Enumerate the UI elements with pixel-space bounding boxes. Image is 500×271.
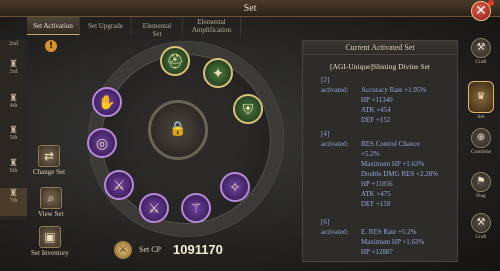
- set-bonus-2: [2] activated: Accuracy Rate +1.95% HP +1…: [321, 76, 427, 124]
- armor-icon: ✦: [212, 66, 224, 82]
- cp-label: Set CP: [139, 245, 162, 254]
- tier-item-active[interactable]: ♜ 7th: [0, 188, 27, 216]
- craft-icon: ⚒: [471, 38, 491, 58]
- tab-elemental-set[interactable]: Elemental Set: [132, 17, 183, 38]
- change-set-button[interactable]: ⇄ Change Set: [33, 145, 65, 176]
- tier-item[interactable]: 2nd: [0, 41, 27, 47]
- equip-slot-armor[interactable]: ✦: [203, 58, 233, 88]
- belt-icon: ◎: [95, 136, 109, 152]
- equip-slot-helmet[interactable]: ⛑: [160, 46, 190, 76]
- chest-icon: ▣: [38, 226, 61, 248]
- tab-set-activation[interactable]: Set Activation: [27, 17, 80, 35]
- notification-dot: [488, 0, 494, 6]
- activated-set-panel: Current Activated Set [AGI-Unique]Shinin…: [302, 40, 458, 262]
- tab-bar: Set Activation Set Upgrade Elemental Set…: [27, 17, 241, 38]
- weapon-icon: ⚔: [147, 201, 161, 217]
- set-bonus-6: [6] activated: E. RES Rate +5.2% Maximum …: [321, 218, 425, 256]
- equip-slot-accessory[interactable]: ✧: [220, 172, 250, 202]
- equip-slot-weapon[interactable]: ⚔: [139, 193, 169, 223]
- panel-title: Current Activated Set: [303, 41, 457, 55]
- equip-slot-boots[interactable]: ⚔: [104, 170, 134, 200]
- tier-list: 2nd ♜ 3rd ♜ 4th ♜ 5th ♜ 6th ♜ 7th: [0, 40, 27, 220]
- shield-icon: ⛨: [242, 102, 254, 118]
- set-inventory-button[interactable]: ▣ Set Inventory: [31, 226, 69, 257]
- nav-craft-2[interactable]: ⚒ Craft: [466, 213, 496, 240]
- equip-slot-offhand[interactable]: ⚚: [181, 193, 211, 223]
- equip-slot-shield[interactable]: ⛨: [233, 94, 263, 124]
- equip-slot-gloves[interactable]: ✋: [92, 87, 122, 117]
- flag-icon: ⚑: [471, 172, 491, 192]
- equip-slot-belt[interactable]: ◎: [87, 128, 117, 158]
- magnifier-icon: ⌕: [39, 187, 62, 209]
- offhand-icon: ⚚: [189, 201, 203, 217]
- tab-elemental-amplification[interactable]: Elemental Amplification: [183, 17, 241, 35]
- gloves-icon: ✋: [98, 95, 116, 111]
- combat-power-icon: ⚔: [114, 241, 132, 259]
- combine-icon: ⊕: [471, 128, 491, 148]
- window-title: Set: [243, 3, 257, 14]
- tier-item[interactable]: ♜ 6th: [0, 158, 27, 174]
- set-bonus-4: [4] activated: RES Control Chance +5.2% M…: [321, 130, 439, 208]
- cp-value: 1091170: [173, 242, 223, 257]
- set-icon: ♛: [468, 81, 494, 113]
- warning-icon[interactable]: !: [45, 40, 57, 52]
- nav-set[interactable]: ♛ Set: [466, 81, 496, 120]
- right-nav: ⚒ Craft ♛ Set ⊕ Combine ⚑ Flag ⚒ Craft: [462, 33, 500, 271]
- nav-combine[interactable]: ⊕ Combine: [466, 128, 496, 155]
- tier-item[interactable]: ♜ 3rd: [0, 59, 27, 75]
- tab-set-upgrade[interactable]: Set Upgrade: [80, 17, 132, 35]
- set-name: [AGI-Unique]Shining Divine Set: [330, 62, 430, 71]
- tier-item[interactable]: ♜ 4th: [0, 93, 27, 109]
- helmet-icon: ⛑: [166, 54, 184, 70]
- boots-icon: ⚔: [112, 178, 126, 194]
- tier-item[interactable]: ♜ 5th: [0, 125, 27, 141]
- accessory-icon: ✧: [229, 180, 241, 196]
- set-window: Set ✕ Set Activation Set Upgrade Element…: [0, 0, 500, 271]
- lock-icon[interactable]: 🔒: [169, 120, 187, 138]
- craft-icon: ⚒: [471, 213, 491, 233]
- swap-icon: ⇄: [38, 145, 61, 167]
- view-set-button[interactable]: ⌕ View Set: [38, 187, 63, 218]
- nav-craft[interactable]: ⚒ Craft: [466, 38, 496, 65]
- nav-flag[interactable]: ⚑ Flag: [466, 172, 496, 199]
- title-bar: Set: [0, 0, 500, 17]
